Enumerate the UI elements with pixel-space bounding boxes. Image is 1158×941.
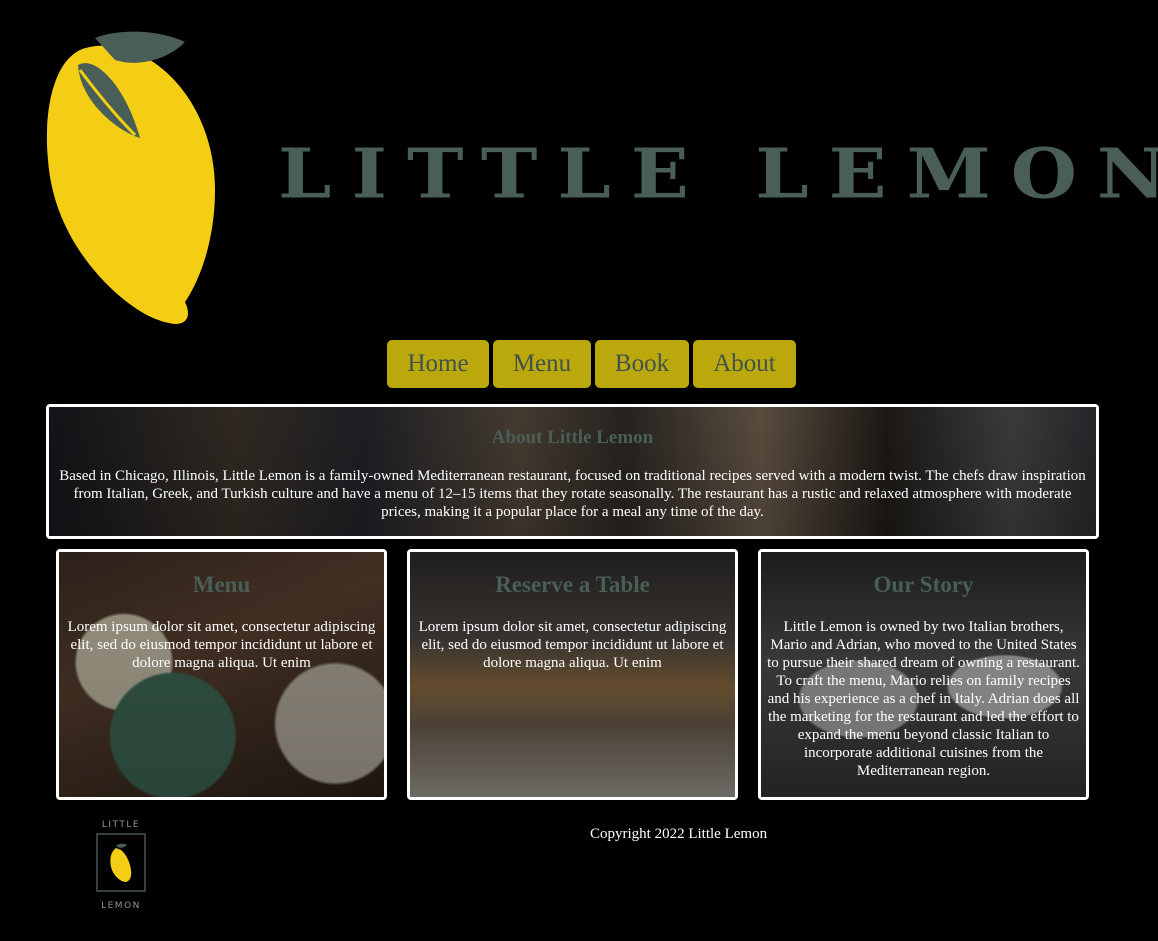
our-story-card-text: Little Lemon is owned by two Italian bro… (767, 619, 1080, 779)
footer-logo-bottom-text: LEMON (101, 901, 141, 911)
nav-menu-button[interactable]: Menu (493, 340, 591, 388)
nav-book-button[interactable]: Book (595, 340, 689, 388)
reserve-card[interactable]: Reserve a Table Lorem ipsum dolor sit am… (407, 549, 738, 800)
copyright-text: Copyright 2022 Little Lemon (590, 826, 768, 842)
nav-about-button[interactable]: About (693, 340, 796, 388)
menu-card[interactable]: Menu Lorem ipsum dolor sit amet, consect… (56, 549, 387, 800)
menu-card-text: Lorem ipsum dolor sit amet, consectetur … (67, 619, 376, 671)
about-text: Based in Chicago, Illinois, Little Lemon… (59, 468, 1086, 520)
footer-logo-top-text: LITTLE (102, 820, 140, 830)
nav-home-button[interactable]: Home (387, 340, 489, 388)
reserve-card-title: Reserve a Table (495, 572, 650, 597)
lemon-icon (46, 31, 215, 325)
main-nav: Home Menu Book About (387, 340, 796, 388)
our-story-card-title: Our Story (873, 572, 974, 597)
our-story-card[interactable]: Our Story Little Lemon is owned by two I… (758, 549, 1089, 800)
menu-card-title: Menu (192, 572, 251, 597)
about-title: About Little Lemon (491, 427, 654, 448)
about-card: About Little Lemon Based in Chicago, Ill… (46, 404, 1099, 539)
reserve-card-text: Lorem ipsum dolor sit amet, consectetur … (418, 619, 727, 671)
footer-logo: LITTLE LEMON (96, 820, 146, 911)
brand-wordmark: LITTLE LEMON (278, 133, 1158, 214)
site-header: LITTLE LEMON (0, 0, 1158, 335)
